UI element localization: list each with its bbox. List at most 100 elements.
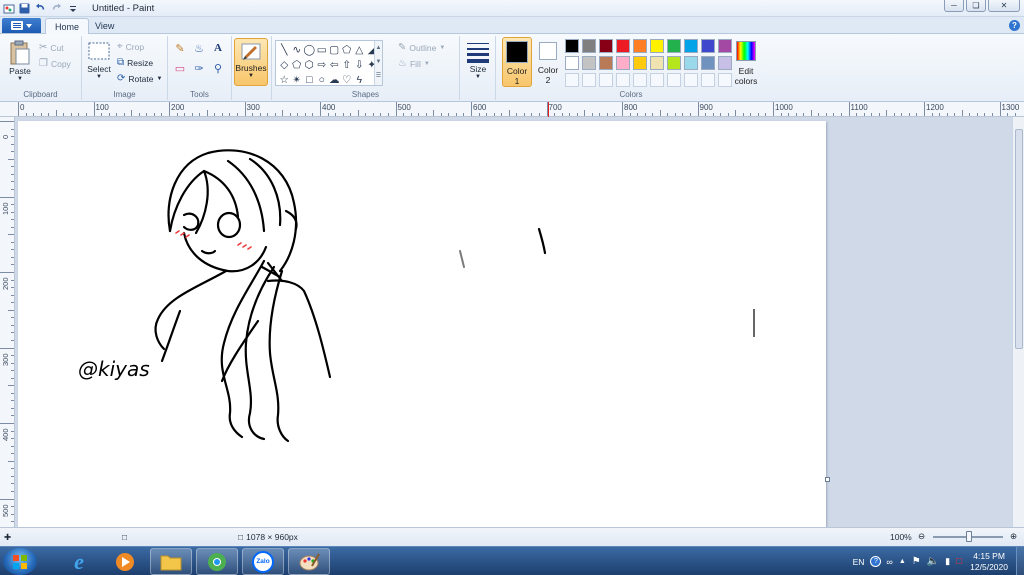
vertical-scrollbar[interactable] — [1012, 117, 1024, 527]
palette-swatch[interactable] — [718, 39, 732, 53]
triangle-shape-icon[interactable]: △ — [353, 43, 366, 58]
minimize-button[interactable]: ─ — [944, 0, 964, 12]
taskbar-chrome[interactable] — [196, 548, 238, 575]
rotate-button[interactable]: ⟳ Rotate ▼ — [117, 73, 162, 84]
custom-color-slot[interactable] — [667, 73, 681, 87]
line-shape-icon[interactable]: ╲ — [278, 43, 291, 58]
polygon-shape-icon[interactable]: ⬠ — [341, 43, 354, 58]
custom-color-slot[interactable] — [633, 73, 647, 87]
palette-swatch[interactable] — [701, 56, 715, 70]
palette-swatch[interactable] — [701, 39, 715, 53]
hexagon-shape-icon[interactable]: ⬡ — [303, 58, 316, 73]
help-icon[interactable]: ? — [1009, 20, 1020, 31]
zoom-out-icon[interactable]: ⊖ — [918, 531, 925, 542]
palette-swatch[interactable] — [718, 56, 732, 70]
palette-swatch[interactable] — [599, 39, 613, 53]
outline-button[interactable]: ✎ Outline ▼ — [398, 42, 445, 53]
palette-swatch[interactable] — [667, 56, 681, 70]
right-arrow-shape-icon[interactable]: ⇨ — [316, 58, 329, 73]
taskbar-media-player[interactable] — [104, 548, 146, 575]
down-arrow-shape-icon[interactable]: ⇩ — [353, 58, 366, 73]
magnifier-icon[interactable]: ⚲ — [210, 60, 226, 76]
zoom-in-icon[interactable]: ⊕ — [1010, 531, 1017, 542]
brushes-button[interactable]: Brushes ▼ — [234, 38, 268, 86]
show-desktop-button[interactable] — [1016, 547, 1024, 575]
custom-color-slot[interactable] — [582, 73, 596, 87]
oval-shape-icon[interactable]: ◯ — [303, 43, 316, 58]
restore-button[interactable]: ❏ — [966, 0, 986, 12]
color2-button[interactable]: Color 2 — [533, 37, 563, 87]
tray-clock[interactable]: 4:15 PM 12/5/2020 — [970, 551, 1008, 573]
palette-swatch[interactable] — [684, 39, 698, 53]
palette-swatch[interactable] — [582, 56, 596, 70]
palette-swatch[interactable] — [599, 56, 613, 70]
ime-tray-icon[interactable]: ∞ — [886, 557, 892, 567]
start-button[interactable] — [3, 548, 37, 575]
paint-app-icon[interactable] — [2, 2, 15, 15]
volume-icon[interactable]: 🔈 — [927, 556, 939, 567]
text-icon[interactable]: A — [210, 40, 226, 56]
callout-rect-shape-icon[interactable]: □ — [303, 73, 316, 88]
palette-swatch[interactable] — [616, 56, 630, 70]
palette-swatch[interactable] — [633, 39, 647, 53]
palette-swatch[interactable] — [565, 39, 579, 53]
resize-button[interactable]: ⧉ Resize — [117, 57, 153, 68]
taskbar-internet-explorer[interactable]: e — [58, 548, 100, 575]
five-point-star-shape-icon[interactable]: ☆ — [278, 73, 291, 88]
flag-tray-icon[interactable]: ⚑ — [912, 556, 921, 567]
palette-swatch[interactable] — [565, 56, 579, 70]
drawing-canvas[interactable]: @kiyas — [18, 121, 830, 527]
palette-swatch[interactable] — [650, 39, 664, 53]
lightning-shape-icon[interactable]: ϟ — [353, 73, 366, 88]
color-picker-icon[interactable]: ✑ — [191, 60, 207, 76]
pentagon-shape-icon[interactable]: ⬠ — [291, 58, 304, 73]
rectangle-shape-icon[interactable]: ▭ — [316, 43, 329, 58]
up-arrow-shape-icon[interactable]: ⇧ — [341, 58, 354, 73]
color1-button[interactable]: Color 1 — [502, 37, 532, 87]
taskbar-paint[interactable] — [288, 548, 330, 575]
heart-shape-icon[interactable]: ♡ — [341, 73, 354, 88]
tab-home[interactable]: Home — [45, 18, 90, 34]
fill-bucket-icon[interactable]: ♨ — [191, 40, 207, 56]
custom-color-slot[interactable] — [565, 73, 579, 87]
palette-swatch[interactable] — [633, 56, 647, 70]
help-tray-icon[interactable]: ? — [870, 556, 882, 567]
zoom-slider-thumb[interactable] — [966, 531, 972, 542]
custom-color-slot[interactable] — [701, 73, 715, 87]
close-button[interactable]: ✕ — [988, 0, 1020, 12]
custom-color-slot[interactable] — [650, 73, 664, 87]
rounded-rectangle-shape-icon[interactable]: ▢ — [328, 43, 341, 58]
file-menu-button[interactable] — [2, 18, 41, 33]
custom-color-slot[interactable] — [599, 73, 613, 87]
size-button[interactable]: Size ▼ — [464, 40, 492, 80]
battery-icon[interactable]: □ — [956, 556, 962, 567]
palette-swatch[interactable] — [684, 56, 698, 70]
custom-color-slot[interactable] — [718, 73, 732, 87]
custom-color-slot[interactable] — [616, 73, 630, 87]
callout-cloud-shape-icon[interactable]: ☁ — [328, 73, 341, 88]
network-signal-icon[interactable]: ▮ — [945, 556, 950, 567]
taskbar-zalo[interactable]: Zalo — [242, 548, 284, 575]
curve-shape-icon[interactable]: ∿ — [291, 43, 304, 58]
eraser-icon[interactable]: ▭ — [172, 60, 188, 76]
diamond-shape-icon[interactable]: ◇ — [278, 58, 291, 73]
palette-swatch[interactable] — [616, 39, 630, 53]
paste-button[interactable]: Paste ▼ — [6, 40, 34, 82]
save-icon[interactable] — [18, 2, 31, 15]
callout-oval-shape-icon[interactable]: ○ — [316, 73, 329, 88]
crop-button[interactable]: ⌖ Crop — [117, 41, 144, 52]
custom-color-slot[interactable] — [684, 73, 698, 87]
language-indicator[interactable]: EN — [853, 557, 865, 567]
tab-view[interactable]: View — [86, 18, 123, 34]
cut-button[interactable]: ✂ Cut — [39, 42, 64, 53]
fill-button[interactable]: ♨ Fill ▼ — [398, 58, 430, 69]
select-button[interactable]: Select ▼ — [86, 40, 112, 80]
copy-button[interactable]: ❐ Copy — [39, 58, 71, 69]
edit-colors-button[interactable]: Edit colors — [728, 37, 764, 87]
scrollbar-thumb[interactable] — [1015, 129, 1023, 349]
customize-qat-icon[interactable] — [66, 2, 79, 15]
redo-icon[interactable] — [50, 2, 63, 15]
pencil-icon[interactable]: ✎ — [172, 40, 188, 56]
left-arrow-shape-icon[interactable]: ⇦ — [328, 58, 341, 73]
palette-swatch[interactable] — [667, 39, 681, 53]
